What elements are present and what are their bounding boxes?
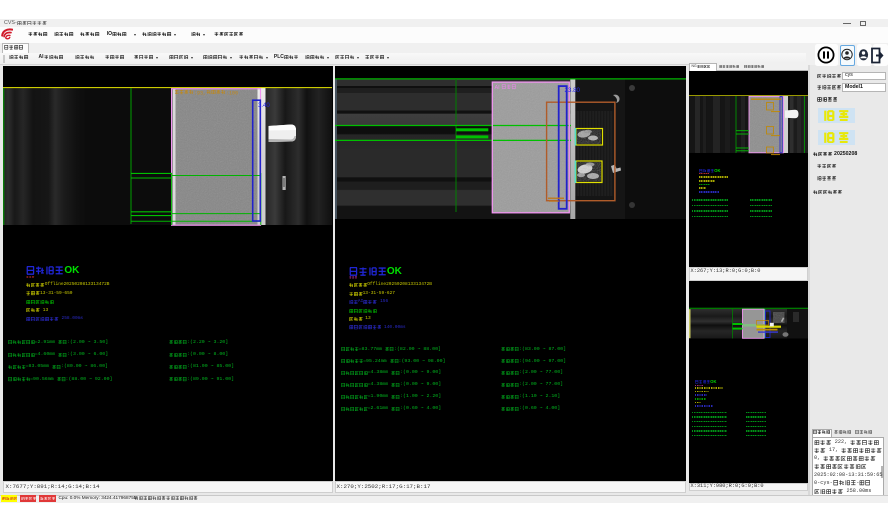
svg-text:23.80: 23.80 — [564, 87, 580, 94]
svg-text::93,: :93, — [194, 90, 206, 96]
svg-text:3.40: 3.40 — [258, 103, 270, 109]
svg-text::100: :100 — [226, 90, 238, 96]
svg-text:AI: AI — [494, 85, 500, 91]
